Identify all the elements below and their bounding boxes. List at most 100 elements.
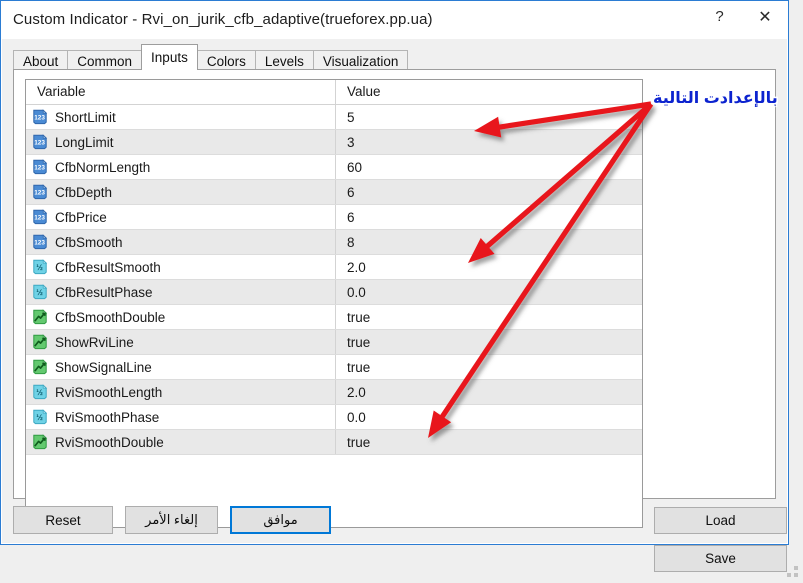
integer-icon: 123 — [32, 109, 48, 125]
integer-icon: 123 — [32, 209, 48, 225]
variable-name: ShowRviLine — [55, 334, 134, 350]
variable-cell[interactable]: 123 CfbPrice — [26, 205, 336, 229]
table-row[interactable]: 123 CfbNormLength 60 — [26, 155, 642, 180]
tab-strip: About Common Inputs Colors Levels Visual… — [13, 44, 409, 72]
table-row[interactable]: ½ CfbResultSmooth 2.0 — [26, 255, 642, 280]
svg-text:123: 123 — [34, 115, 45, 122]
value-cell[interactable]: 60 — [336, 155, 642, 179]
help-icon[interactable]: ? — [697, 1, 742, 32]
integer-icon: 123 — [32, 159, 48, 175]
table-row[interactable]: RviSmoothDouble true — [26, 430, 642, 455]
integer-icon: 123 — [32, 234, 48, 250]
table-row[interactable]: ShowRviLine true — [26, 330, 642, 355]
save-button[interactable]: Save — [654, 545, 787, 572]
boolean-icon — [32, 434, 48, 450]
variable-cell[interactable]: ½ RviSmoothPhase — [26, 405, 336, 429]
variable-name: RviSmoothPhase — [55, 409, 160, 425]
window-title: Custom Indicator - Rvi_on_jurik_cfb_adap… — [13, 11, 433, 28]
variable-name: LongLimit — [55, 134, 114, 150]
table-row[interactable]: 123 CfbSmooth 8 — [26, 230, 642, 255]
title-bar: Custom Indicator - Rvi_on_jurik_cfb_adap… — [1, 1, 788, 39]
variable-cell[interactable]: ½ RviSmoothLength — [26, 380, 336, 404]
svg-text:123: 123 — [34, 165, 45, 172]
integer-icon: 123 — [32, 134, 48, 150]
svg-text:123: 123 — [34, 215, 45, 222]
variable-cell[interactable]: ½ CfbResultSmooth — [26, 255, 336, 279]
table-row[interactable]: 123 ShortLimit 5 — [26, 105, 642, 130]
column-header-value[interactable]: Value — [336, 80, 642, 104]
grid-body: 123 ShortLimit 5 123 LongLimit 3 123 CfbNormLen… — [26, 105, 642, 455]
variable-name: ShortLimit — [55, 109, 116, 125]
resize-grip[interactable] — [787, 566, 799, 578]
variable-name: CfbResultPhase — [55, 284, 153, 300]
table-row[interactable]: 123 CfbDepth 6 — [26, 180, 642, 205]
table-row[interactable]: ShowSignalLine true — [26, 355, 642, 380]
dialog-footer: Reset إلغاء الأمر موافق — [13, 505, 343, 535]
variable-name: CfbNormLength — [55, 159, 151, 175]
variable-cell[interactable]: 123 CfbDepth — [26, 180, 336, 204]
double-icon: ½ — [32, 384, 48, 400]
variable-name: ShowSignalLine — [55, 359, 152, 375]
value-cell[interactable]: 5 — [336, 105, 642, 129]
variable-cell[interactable]: RviSmoothDouble — [26, 430, 336, 454]
variable-cell[interactable]: 123 CfbSmooth — [26, 230, 336, 254]
svg-text:½: ½ — [36, 413, 43, 422]
cancel-button[interactable]: إلغاء الأمر — [125, 506, 218, 534]
variable-name: RviSmoothLength — [55, 384, 163, 400]
value-cell[interactable]: 0.0 — [336, 405, 642, 429]
table-row[interactable]: 123 LongLimit 3 — [26, 130, 642, 155]
value-cell[interactable]: 3 — [336, 130, 642, 154]
column-header-variable[interactable]: Variable — [26, 80, 336, 104]
variable-cell[interactable]: ShowSignalLine — [26, 355, 336, 379]
variable-cell[interactable]: ½ CfbResultPhase — [26, 280, 336, 304]
table-row[interactable]: ½ CfbResultPhase 0.0 — [26, 280, 642, 305]
variable-name: CfbPrice — [55, 209, 107, 225]
svg-text:123: 123 — [34, 190, 45, 197]
caption-buttons: ? ✕ — [697, 1, 788, 32]
table-row[interactable]: 123 CfbPrice 6 — [26, 205, 642, 230]
table-row[interactable]: CfbSmoothDouble true — [26, 305, 642, 330]
grid-side-buttons: Load Save — [654, 507, 787, 583]
value-cell[interactable]: true — [336, 330, 642, 354]
close-icon[interactable]: ✕ — [742, 1, 788, 32]
integer-icon: 123 — [32, 184, 48, 200]
value-cell[interactable]: 2.0 — [336, 255, 642, 279]
value-cell[interactable]: true — [336, 355, 642, 379]
inputs-tab-page: Variable Value 123 ShortLimit 5 123 LongLimi… — [13, 69, 787, 572]
variable-cell[interactable]: 123 CfbNormLength — [26, 155, 336, 179]
variable-cell[interactable]: ShowRviLine — [26, 330, 336, 354]
tab-inputs[interactable]: Inputs — [141, 44, 198, 70]
svg-text:½: ½ — [36, 388, 43, 397]
boolean-icon — [32, 309, 48, 325]
value-cell[interactable]: 0.0 — [336, 280, 642, 304]
svg-text:123: 123 — [34, 240, 45, 247]
custom-indicator-dialog: Custom Indicator - Rvi_on_jurik_cfb_adap… — [0, 0, 789, 572]
svg-text:123: 123 — [34, 140, 45, 147]
value-cell[interactable]: 6 — [336, 205, 642, 229]
screen: Custom Indicator - Rvi_on_jurik_cfb_adap… — [0, 0, 803, 582]
variable-cell[interactable]: CfbSmoothDouble — [26, 305, 336, 329]
variable-name: CfbResultSmooth — [55, 259, 161, 275]
table-row[interactable]: ½ RviSmoothPhase 0.0 — [26, 405, 642, 430]
svg-text:½: ½ — [36, 288, 43, 297]
value-cell[interactable]: 8 — [336, 230, 642, 254]
value-cell[interactable]: 6 — [336, 180, 642, 204]
variable-cell[interactable]: 123 ShortLimit — [26, 105, 336, 129]
parameters-grid[interactable]: Variable Value 123 ShortLimit 5 123 LongLimi… — [25, 79, 643, 528]
double-icon: ½ — [32, 284, 48, 300]
ok-button[interactable]: موافق — [230, 506, 331, 534]
double-icon: ½ — [32, 259, 48, 275]
table-row[interactable]: ½ RviSmoothLength 2.0 — [26, 380, 642, 405]
value-cell[interactable]: true — [336, 430, 642, 454]
double-icon: ½ — [32, 409, 48, 425]
svg-text:½: ½ — [36, 263, 43, 272]
value-cell[interactable]: true — [336, 305, 642, 329]
variable-name: RviSmoothDouble — [55, 434, 164, 450]
annotation-text: بالإعدادت التالية — [653, 90, 778, 107]
load-button[interactable]: Load — [654, 507, 787, 534]
grid-header-row: Variable Value — [26, 80, 642, 105]
value-cell[interactable]: 2.0 — [336, 380, 642, 404]
variable-cell[interactable]: 123 LongLimit — [26, 130, 336, 154]
variable-name: CfbSmoothDouble — [55, 309, 166, 325]
reset-button[interactable]: Reset — [13, 506, 113, 534]
